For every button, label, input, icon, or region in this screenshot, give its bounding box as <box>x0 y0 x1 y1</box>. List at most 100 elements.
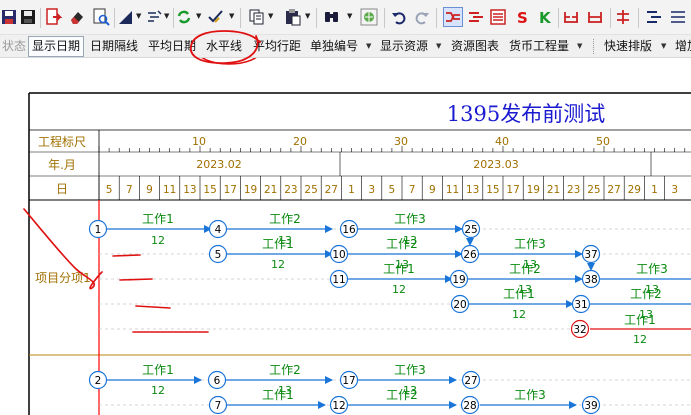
day-cell-label: 27 <box>607 184 620 196</box>
day-cell-label: 27 <box>325 184 338 196</box>
event-node[interactable]: 38 <box>581 269 601 289</box>
event-node[interactable]: 10 <box>329 244 349 264</box>
activity-name: 工作1 <box>383 262 415 276</box>
save-as-icon[interactable] <box>1 8 19 26</box>
event-node[interactable]: 5 <box>208 244 228 264</box>
network-canvas[interactable]: 1395发布前测试 工程标尺 年.月 日 10 20 30 40 50 2023… <box>0 58 691 415</box>
event-node[interactable]: 1 <box>88 219 108 239</box>
month-label: 年.月 <box>48 158 76 172</box>
event-node[interactable]: 37 <box>581 244 601 264</box>
save-icon[interactable] <box>19 8 37 26</box>
scale-tick-label: 30 <box>394 135 408 148</box>
svg-text:17: 17 <box>342 375 355 387</box>
bar-view-icon[interactable] <box>467 8 485 26</box>
merge-icon[interactable] <box>586 8 604 26</box>
event-node[interactable]: 20 <box>450 294 470 314</box>
event-node[interactable]: 6 <box>207 370 227 390</box>
svg-text:26: 26 <box>463 249 477 261</box>
event-node[interactable]: 31 <box>571 294 591 314</box>
day-cell-label: 13 <box>183 184 196 196</box>
event-node[interactable]: 39 <box>581 395 601 415</box>
show-resource-button[interactable]: 显示资源 <box>380 35 428 58</box>
day-cell-label: 13 <box>466 184 479 196</box>
fill-color-icon[interactable] <box>117 8 135 26</box>
activity-name: 工作2 <box>269 212 301 226</box>
extra-tool-2-icon[interactable] <box>669 8 687 26</box>
event-node[interactable]: 32 <box>570 319 590 339</box>
svg-text:37: 37 <box>584 249 597 261</box>
line-style-dropdown-icon[interactable]: ▼ <box>164 13 169 20</box>
paste-icon[interactable] <box>284 8 302 26</box>
svg-text:5: 5 <box>215 249 222 261</box>
svg-text:38: 38 <box>584 274 597 286</box>
refresh-icon[interactable] <box>175 8 193 26</box>
single-numbering-button[interactable]: 单独编号 <box>310 35 358 58</box>
refresh-dropdown-icon[interactable]: ▼ <box>196 13 201 20</box>
copy-icon[interactable] <box>248 8 266 26</box>
event-node[interactable]: 27 <box>461 370 481 390</box>
eraser-icon[interactable] <box>68 8 86 26</box>
paste-dropdown-icon[interactable]: ▼ <box>305 13 310 20</box>
check-icon[interactable] <box>207 8 225 26</box>
date-gridline-button[interactable]: 日期隔线 <box>90 35 138 58</box>
currency-quantity-button[interactable]: 货币工程量 <box>509 35 569 58</box>
avg-date-button[interactable]: 平均日期 <box>148 35 196 58</box>
export-icon[interactable] <box>45 8 63 26</box>
horizontal-line-button[interactable]: 水平线 <box>206 35 242 58</box>
event-node[interactable]: 25 <box>461 219 481 239</box>
event-node[interactable]: 2 <box>88 370 108 390</box>
svg-text:4: 4 <box>215 224 222 236</box>
show-resource-dropdown-icon[interactable]: ▼ <box>436 43 441 50</box>
add-button[interactable]: 增加 <box>675 35 691 58</box>
activity-name: 工作2 <box>269 363 301 377</box>
activity-name: 工作1 <box>262 237 294 251</box>
view-toolbar: 状态 显示日期 日期隔线 平均日期 水平线 平均行距 单独编号 ▼ 显示资源 ▼… <box>0 35 691 58</box>
table-view-icon[interactable] <box>489 8 507 26</box>
day-cell-label: 9 <box>146 184 153 196</box>
activity-duration: 12 <box>633 333 647 346</box>
undo-icon[interactable] <box>390 8 408 26</box>
dependency-icon[interactable] <box>614 8 632 26</box>
event-node[interactable]: 4 <box>208 219 228 239</box>
find-icon[interactable] <box>323 8 341 26</box>
event-node[interactable]: 7 <box>208 395 228 415</box>
currency-quantity-dropdown-icon[interactable]: ▼ <box>577 43 582 50</box>
k-icon[interactable]: K <box>535 8 553 26</box>
day-row: 5 7 9 11 13 15 17 19 21 23 25 27 1 3 5 7 9 11 13 15 17 19 21 23… <box>98 176 678 200</box>
find-dropdown-icon[interactable]: ▼ <box>347 13 352 20</box>
event-node[interactable]: 16 <box>339 219 359 239</box>
event-node[interactable]: 19 <box>449 269 469 289</box>
show-date-button[interactable]: 显示日期 <box>28 36 85 57</box>
split-icon[interactable] <box>562 8 580 26</box>
activity-name: 工作3 <box>636 262 668 276</box>
scale-tick-label: 40 <box>495 135 509 148</box>
single-numbering-dropdown-icon[interactable]: ▼ <box>366 43 371 50</box>
check-dropdown-icon[interactable]: ▼ <box>229 13 234 20</box>
resource-chart-button[interactable]: 资源图表 <box>451 35 499 58</box>
network-view-icon[interactable] <box>443 7 463 27</box>
day-cell-label: 21 <box>264 184 277 196</box>
activity-name: 工作1 <box>503 287 535 301</box>
day-cell-label: 25 <box>304 184 317 196</box>
redo-icon[interactable] <box>413 8 431 26</box>
event-node[interactable]: 12 <box>329 395 349 415</box>
avg-row-spacing-button[interactable]: 平均行距 <box>253 35 301 58</box>
day-cell-label: 1 <box>348 184 355 196</box>
print-preview-icon[interactable] <box>92 8 110 26</box>
day-cell-label: 5 <box>389 184 396 196</box>
fill-color-dropdown-icon[interactable]: ▼ <box>136 13 141 20</box>
event-node[interactable]: 11 <box>329 269 349 289</box>
quick-layout-button[interactable]: 快速排版 <box>604 35 652 58</box>
event-node[interactable]: 17 <box>339 370 359 390</box>
line-style-icon[interactable] <box>146 8 164 26</box>
event-node[interactable]: 26 <box>460 244 480 264</box>
web-icon[interactable] <box>360 8 378 26</box>
copy-dropdown-icon[interactable]: ▼ <box>268 13 273 20</box>
status-label: 状态 <box>2 39 27 53</box>
s-curve-icon[interactable]: S <box>513 8 531 26</box>
quick-layout-dropdown-icon[interactable]: ▼ <box>661 43 666 50</box>
activity-name: 工作3 <box>514 237 546 251</box>
extra-tool-icon[interactable] <box>645 8 663 26</box>
day-cell-label: 17 <box>506 184 519 196</box>
event-node[interactable]: 28 <box>460 395 480 415</box>
